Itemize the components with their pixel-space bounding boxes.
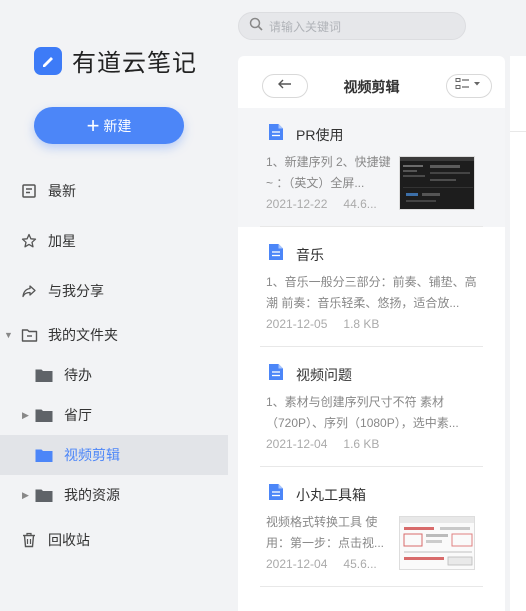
note-date: 2021-12-04 bbox=[266, 557, 328, 571]
folder-icon bbox=[35, 486, 53, 504]
sidebar-item-my-resources[interactable]: ▶ 我的资源 bbox=[0, 475, 228, 515]
star-icon bbox=[20, 232, 38, 250]
caret-down-icon[interactable]: ▼ bbox=[4, 330, 13, 340]
sidebar-item-label: 回收站 bbox=[48, 532, 90, 548]
sidebar-item-provincial[interactable]: ▶ 省厅 bbox=[0, 395, 228, 435]
note-date: 2021-12-04 bbox=[266, 437, 328, 451]
sidebar-item-video-editing[interactable]: 视频剪辑 bbox=[0, 435, 228, 475]
note-size: 1.6 KB bbox=[343, 437, 380, 451]
folder-outline-icon bbox=[20, 326, 38, 344]
note-title: PR使用 bbox=[296, 127, 344, 143]
note-snippet: 视频格式转换工具 使用：第一步：点击视... bbox=[266, 515, 385, 550]
note-list-panel: 视频剪辑 PR使用 1、新建序列 2、快捷键 ~ ：（英文）全屏... 2021… bbox=[238, 56, 505, 611]
app-logo: 有道云笔记 bbox=[34, 43, 197, 78]
folder-icon bbox=[35, 446, 53, 464]
logo-pen-icon bbox=[34, 46, 62, 75]
sidebar-item-shared[interactable]: 与我分享 bbox=[0, 271, 228, 311]
arrow-left-icon bbox=[277, 77, 293, 95]
note-title: 视频问题 bbox=[296, 367, 352, 383]
sidebar-item-label: 与我分享 bbox=[48, 283, 104, 299]
back-button[interactable] bbox=[262, 74, 308, 98]
sidebar-item-my-folders[interactable]: ▼ 我的文件夹 bbox=[0, 315, 228, 355]
folder-icon bbox=[35, 406, 53, 424]
divider bbox=[260, 586, 483, 587]
sidebar-item-label: 最新 bbox=[48, 183, 76, 199]
sidebar-item-label: 加星 bbox=[48, 233, 76, 249]
note-size: 1.8 KB bbox=[343, 317, 380, 331]
note-thumbnail bbox=[399, 516, 475, 570]
note-snippet: 1、音乐一般分三部分：前奏、铺垫、高潮 前奏：音乐轻柔、悠扬，适合放... bbox=[266, 275, 477, 310]
divider bbox=[260, 226, 483, 227]
caret-right-icon[interactable]: ▶ bbox=[22, 410, 29, 421]
recent-icon bbox=[20, 182, 38, 200]
document-icon bbox=[268, 483, 284, 506]
sidebar: 有道云笔记 + 新建 最新 加星 与我分享 ▼ 我的文件夹 待办 ▶ 省厅 视频… bbox=[0, 0, 228, 611]
divider bbox=[510, 131, 526, 132]
note-thumbnail bbox=[399, 156, 475, 210]
search-icon bbox=[249, 17, 263, 36]
new-note-label: 新建 bbox=[103, 117, 132, 134]
editor-panel-edge bbox=[510, 56, 526, 611]
note-title: 音乐 bbox=[296, 247, 324, 263]
list-view-icon bbox=[455, 77, 483, 96]
divider bbox=[260, 346, 483, 347]
note-snippet: 1、素材与创建序列尺寸不符 素材（720P）、序列（1080P），选中素... bbox=[266, 395, 459, 430]
note-meta: 2021-12-05 1.8 KB bbox=[266, 317, 379, 331]
sidebar-item-label: 待办 bbox=[64, 367, 92, 383]
share-icon bbox=[20, 282, 38, 300]
view-mode-button[interactable] bbox=[446, 74, 492, 98]
new-note-button[interactable]: + 新建 bbox=[34, 107, 184, 144]
sidebar-item-label: 视频剪辑 bbox=[64, 447, 120, 463]
sidebar-item-starred[interactable]: 加星 bbox=[0, 221, 228, 261]
sidebar-item-label: 省厅 bbox=[64, 407, 92, 423]
note-item[interactable]: 音乐 1、音乐一般分三部分：前奏、铺垫、高潮 前奏：音乐轻柔、悠扬，适合放...… bbox=[238, 228, 505, 347]
sidebar-item-label: 我的文件夹 bbox=[48, 327, 118, 343]
sidebar-item-recent[interactable]: 最新 bbox=[0, 171, 228, 211]
document-icon bbox=[268, 243, 284, 266]
panel-header: 视频剪辑 bbox=[238, 56, 505, 108]
note-size: 44.6... bbox=[343, 197, 377, 211]
note-item[interactable]: 小丸工具箱 视频格式转换工具 使用：第一步：点击视... 2021-12-04 4… bbox=[238, 468, 505, 587]
note-size: 45.6... bbox=[343, 557, 377, 571]
note-date: 2021-12-22 bbox=[266, 197, 328, 211]
document-icon bbox=[268, 123, 284, 146]
folder-icon bbox=[35, 366, 53, 384]
note-item[interactable]: 视频问题 1、素材与创建序列尺寸不符 素材（720P）、序列（1080P），选中… bbox=[238, 348, 505, 467]
document-icon bbox=[268, 363, 284, 386]
note-date: 2021-12-05 bbox=[266, 317, 328, 331]
caret-right-icon[interactable]: ▶ bbox=[22, 490, 29, 501]
note-title: 小丸工具箱 bbox=[296, 487, 366, 503]
sidebar-item-label: 我的资源 bbox=[64, 487, 120, 503]
note-meta: 2021-12-04 45.6... bbox=[266, 557, 377, 571]
note-item[interactable]: PR使用 1、新建序列 2、快捷键 ~ ：（英文）全屏... 2021-12-2… bbox=[238, 108, 505, 227]
note-snippet: 1、新建序列 2、快捷键 ~ ：（英文）全屏... bbox=[266, 155, 391, 190]
search-input[interactable]: 请输入关键词 bbox=[238, 12, 466, 40]
app-name: 有道云笔记 bbox=[72, 50, 197, 77]
note-meta: 2021-12-04 1.6 KB bbox=[266, 437, 379, 451]
search-placeholder: 请输入关键词 bbox=[269, 19, 342, 34]
sidebar-item-todo[interactable]: 待办 bbox=[0, 355, 228, 395]
sidebar-item-trash[interactable]: 回收站 bbox=[0, 520, 228, 560]
note-meta: 2021-12-22 44.6... bbox=[266, 197, 377, 211]
trash-icon bbox=[20, 531, 38, 549]
plus-icon: + bbox=[86, 112, 100, 138]
divider bbox=[260, 466, 483, 467]
